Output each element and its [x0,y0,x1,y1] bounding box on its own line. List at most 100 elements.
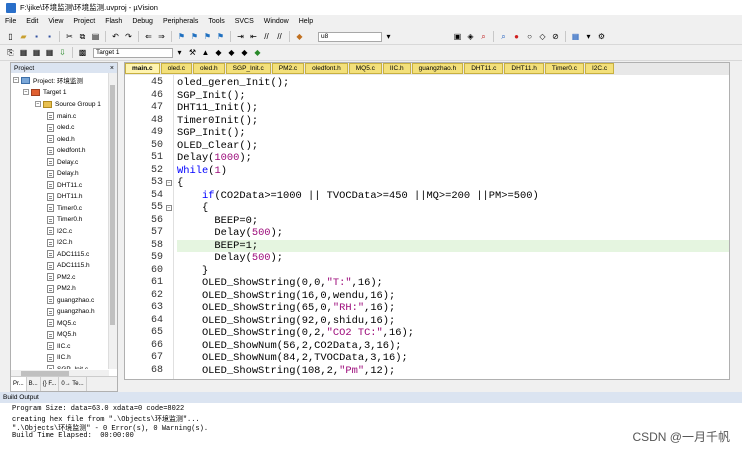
code-line[interactable]: OLED_ShowString(92,0,shidu,16); [177,315,729,328]
tab-books[interactable]: B... [27,377,41,391]
project-vertical-scrollbar[interactable] [108,73,117,369]
editor-tab[interactable]: oled.c [160,63,192,74]
uncomment-icon[interactable]: // [274,31,285,42]
nav-back-icon[interactable]: ⇐ [143,31,154,42]
target-node[interactable]: − Target 1 [23,87,67,97]
code-line[interactable]: Delay(500); [177,252,729,265]
file-extensions-icon[interactable]: ▲ [200,47,211,58]
redo-icon[interactable]: ↷ [123,31,134,42]
project-file-item[interactable]: I2C.h [47,238,73,248]
stop-build-icon[interactable]: ▩ [77,47,88,58]
window-layout-icon[interactable]: ▦ [570,31,581,42]
project-root-node[interactable]: − Project: 环境监测 [13,75,83,85]
project-file-item[interactable]: Delay.h [47,169,79,179]
clear-bookmarks-icon[interactable]: ⚑ [215,31,226,42]
code-line[interactable]: BEEP=1; [177,239,729,252]
editor-tab[interactable]: oledfont.h [305,63,348,74]
paste-icon[interactable]: ▤ [90,31,101,42]
save-icon[interactable]: ▪ [31,31,42,42]
code-line[interactable]: SGP_Init(); [177,127,729,140]
project-file-item[interactable]: DHT11.h [47,192,83,202]
menu-flash[interactable]: Flash [100,18,127,25]
editor-tab[interactable]: MQ5.c [348,63,382,74]
project-file-item[interactable]: SGP_Init.c [47,364,88,369]
run-time-env-icon[interactable]: ◆ [252,47,263,58]
project-file-item[interactable]: PM2.c [47,272,75,282]
code-line[interactable]: OLED_ShowString(16,0,wendu,16); [177,290,729,303]
code-line[interactable]: Timer0Init(); [177,115,729,128]
menu-file[interactable]: File [0,18,21,25]
project-file-item[interactable]: Timer0.c [47,203,82,213]
tab-functions[interactable]: {} F... [41,377,60,391]
code-line[interactable]: BEEP=0; [177,215,729,228]
menu-svcs[interactable]: SVCS [230,18,259,25]
scrollbar-thumb[interactable] [110,85,115,325]
new-file-icon[interactable]: ▯ [5,31,16,42]
target-dropdown-icon[interactable]: ▾ [174,47,185,58]
menu-project[interactable]: Project [68,18,100,25]
fold-toggle-icon[interactable]: − [166,205,172,211]
save-all-icon[interactable]: ▪ [44,31,55,42]
debug-icon[interactable]: ⌕ [498,31,509,42]
incremental-find-icon[interactable]: ◈ [465,31,476,42]
editor-tab[interactable]: IIC.h [382,63,411,74]
project-file-item[interactable]: ADC1115.h [47,261,90,271]
code-line[interactable]: SGP_Init(); [177,90,729,103]
project-file-item[interactable]: IIC.c [47,341,70,351]
menu-view[interactable]: View [43,18,68,25]
project-file-item[interactable]: oled.c [47,123,74,133]
code-line[interactable]: OLED_ShowString(65,0,"RH:",16); [177,302,729,315]
editor-tab[interactable]: I2C.c [584,63,615,74]
editor-tab[interactable]: DHT11.c [464,63,504,74]
project-file-item[interactable]: guangzhao.h [47,307,95,317]
code-line[interactable]: OLED_Clear(); [177,140,729,153]
kill-breakpoints-icon[interactable]: ⊘ [550,31,561,42]
target-select[interactable]: Target 1 [93,47,173,58]
select-packs-icon[interactable]: ◆ [226,47,237,58]
editor-tab[interactable]: main.c [125,63,160,74]
code-line[interactable]: OLED_ShowNum(56,2,CO2Data,3,16); [177,340,729,353]
code-line[interactable]: OLED_ShowString(108,2,"Pm",12); [177,365,729,378]
indent-icon[interactable]: ⇥ [235,31,246,42]
translate-icon[interactable]: ⎘ [5,47,16,58]
menu-debug[interactable]: Debug [127,18,158,25]
code-line[interactable]: oled_geren_Init(); [177,77,729,90]
project-file-item[interactable]: Delay.c [47,157,78,167]
code-line[interactable]: Delay(500); [177,227,729,240]
collapse-toggle-icon[interactable]: − [13,77,19,83]
project-file-item[interactable]: DHT11.c [47,180,82,190]
load-icon[interactable]: ⇩ [57,47,68,58]
find-combo[interactable]: u8 [318,31,382,42]
search-icon[interactable]: ⌕ [478,31,489,42]
pack-installer-icon[interactable]: ◆ [239,47,250,58]
tab-project[interactable]: Pr... [11,377,27,391]
editor-tab[interactable]: oled.h [192,63,225,74]
nav-forward-icon[interactable]: ⇒ [156,31,167,42]
source-group-node[interactable]: − Source Group 1 [35,99,101,109]
project-file-item[interactable]: oledfont.h [47,146,86,156]
batch-build-icon[interactable]: ▦ [44,47,55,58]
close-icon[interactable]: × [110,65,114,72]
find-replace-icon[interactable]: ▣ [452,31,463,42]
editor-tab[interactable]: guangzhao.h [411,63,464,74]
menu-peripherals[interactable]: Peripherals [158,18,203,25]
code-line[interactable]: } [177,265,729,278]
tab-templates[interactable]: 0→ Te... [59,377,87,391]
find-in-files-icon[interactable]: ▾ [383,31,394,42]
project-file-item[interactable]: guangzhao.c [47,295,94,305]
code-line[interactable]: { [177,202,729,215]
cut-icon[interactable]: ✂ [64,31,75,42]
menu-tools[interactable]: Tools [203,18,229,25]
project-file-item[interactable]: oled.h [47,134,75,144]
menu-edit[interactable]: Edit [21,18,43,25]
collapse-toggle-icon[interactable]: − [35,101,41,107]
code-line[interactable]: OLED_ShowNum(84,2,TVOCData,3,16); [177,352,729,365]
code-line[interactable]: Delay(1000); [177,152,729,165]
menu-help[interactable]: Help [294,18,318,25]
options-for-target-icon[interactable]: ⚒ [187,47,198,58]
editor-tab[interactable]: SGP_Init.c [225,63,271,74]
prev-bookmark-icon[interactable]: ⚑ [189,31,200,42]
editor-tab[interactable]: Timer0.c [544,63,584,74]
project-file-item[interactable]: ADC1115.c [47,249,89,259]
unindent-icon[interactable]: ⇤ [248,31,259,42]
